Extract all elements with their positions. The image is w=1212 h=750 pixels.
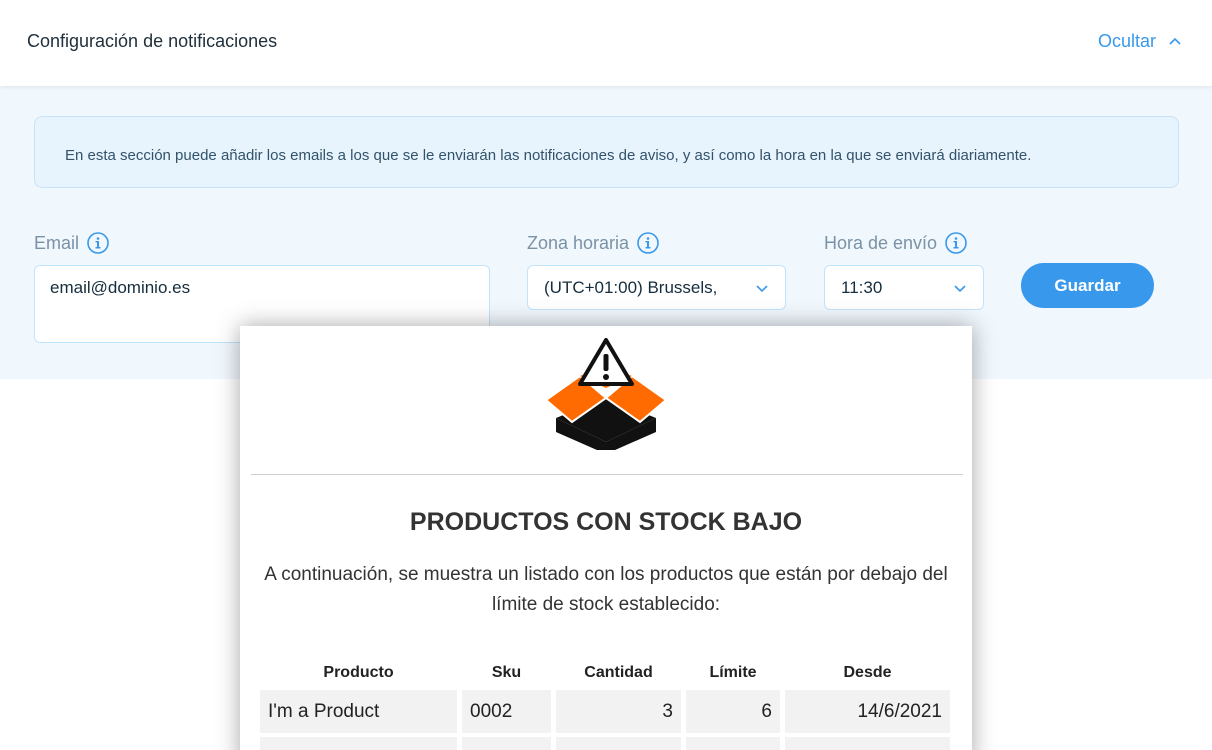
section-title: Configuración de notificaciones xyxy=(27,31,278,51)
send-time-value: 11:30 xyxy=(841,277,883,297)
send-time-label-text: Hora de envío xyxy=(824,232,938,253)
preview-title: PRODUCTOS CON STOCK BAJO xyxy=(409,508,803,536)
column-header: Desde xyxy=(843,664,892,681)
info-icon[interactable] xyxy=(945,232,967,254)
table-cell xyxy=(260,737,457,750)
hide-toggle[interactable]: Ocultar xyxy=(1098,31,1182,52)
section-header: Configuración de notificaciones Ocultar xyxy=(0,0,1212,86)
table-cell: 14/6/2021 xyxy=(785,690,950,733)
timezone-select[interactable]: (UTC+01:00) Brussels, xyxy=(527,265,786,310)
save-button[interactable]: Guardar xyxy=(1021,263,1154,308)
hide-label: Ocultar xyxy=(1097,31,1156,51)
info-box: En esta sección puede añadir los emails … xyxy=(34,116,1179,188)
table-cell xyxy=(785,737,950,750)
info-icon[interactable] xyxy=(87,232,109,254)
column-header: Límite xyxy=(709,664,757,681)
info-icon[interactable] xyxy=(637,232,659,254)
column-header: Cantidad xyxy=(584,664,653,681)
timezone-label-text: Zona horaria xyxy=(527,232,630,253)
chevron-down-icon xyxy=(954,284,966,292)
send-time-label: Hora de envío xyxy=(824,232,967,254)
table-header-row: Producto Sku Cantidad Límite Desde xyxy=(260,660,950,686)
email-preview: PRODUCTOS CON STOCK BAJO A continuación,… xyxy=(240,326,972,750)
table-cell xyxy=(462,737,551,750)
info-text: En esta sección puede añadir los emails … xyxy=(65,147,1032,164)
table-cell: 6 xyxy=(686,690,780,733)
table-cell: 0002 xyxy=(462,690,551,733)
table-cell: I'm a Product xyxy=(260,690,457,733)
table-cell xyxy=(556,737,681,750)
low-stock-table: Producto Sku Cantidad Límite Desde I'm a… xyxy=(255,656,955,750)
column-header: Producto xyxy=(323,664,394,681)
divider xyxy=(251,474,963,475)
preview-description: A continuación, se muestra un listado co… xyxy=(264,564,948,615)
column-header: Sku xyxy=(491,664,522,681)
email-label: Email xyxy=(34,232,109,254)
table-row: I'm a Product 0002 3 6 14/6/2021 xyxy=(260,690,950,733)
chevron-down-icon xyxy=(756,284,768,292)
timezone-value: (UTC+01:00) Brussels, xyxy=(544,277,718,297)
table-cell: 3 xyxy=(556,690,681,733)
email-label-text: Email xyxy=(34,232,80,253)
table-row xyxy=(260,737,950,750)
low-stock-box-icon xyxy=(544,338,668,450)
send-time-select[interactable]: 11:30 xyxy=(824,265,984,310)
timezone-label: Zona horaria xyxy=(527,232,659,254)
chevron-up-icon xyxy=(1169,37,1181,45)
table-cell xyxy=(686,737,780,750)
page: Configuración de notificaciones Ocultar … xyxy=(0,0,1212,750)
